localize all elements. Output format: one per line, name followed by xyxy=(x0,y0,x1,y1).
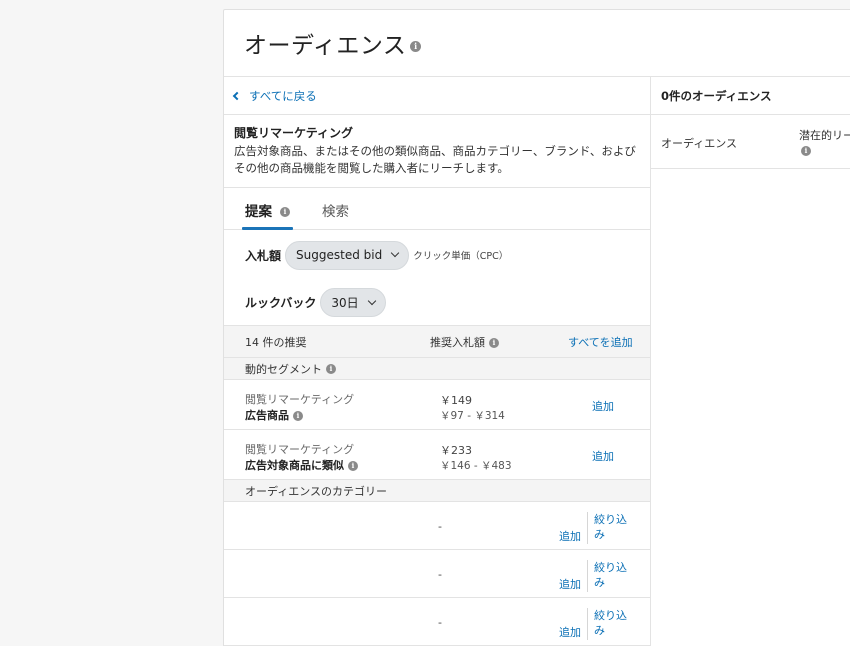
row-title-text: 広告対象商品に類似 xyxy=(245,459,344,472)
bid-range: ￥97 - ￥314 xyxy=(440,410,505,422)
row-title: 広告商品 i xyxy=(245,407,303,423)
column-potential-reach: 潜在的リー xyxy=(799,129,850,142)
divider xyxy=(587,512,588,544)
tab-bar: 提案 i 検索 xyxy=(224,188,650,230)
add-button[interactable]: 追加 xyxy=(559,624,581,640)
recommendation-header: 14 件の推奨 推奨入札額 i すべてを追加 xyxy=(224,325,650,358)
info-icon[interactable]: i xyxy=(293,411,303,421)
refine-button[interactable]: 絞り込み xyxy=(594,608,634,638)
description-text: 広告対象商品、またはその他の類似商品、商品カテゴリー、ブランド、およびその他の商… xyxy=(234,144,636,175)
column-audience: オーディエンス xyxy=(661,137,738,150)
dynamic-segment-label: 動的セグメント xyxy=(245,362,322,376)
row-type: 閲覧リマーケティング xyxy=(245,443,355,456)
chevron-left-icon xyxy=(232,91,242,100)
divider xyxy=(587,560,588,592)
add-button[interactable]: 追加 xyxy=(592,398,614,414)
info-icon[interactable]: i xyxy=(489,337,499,348)
lookback-select-value: 30日 xyxy=(331,296,359,310)
info-icon[interactable]: i xyxy=(348,461,358,471)
lookback-label: ルックバック xyxy=(245,296,317,310)
chevron-down-icon xyxy=(390,248,400,258)
recommendation-count: 14 件の推奨 xyxy=(245,335,307,349)
bid-note: クリック単価（CPC） xyxy=(413,251,509,262)
suggested-bid-header-label: 推奨入札額 xyxy=(430,335,485,349)
back-link-label: すべてに戻る xyxy=(249,88,317,103)
chevron-down-icon xyxy=(367,296,376,305)
category-row: - 追加 絞り込み xyxy=(224,550,650,598)
category-row: - 追加 絞り込み xyxy=(224,502,650,550)
dynamic-segment-header: 動的セグメント i xyxy=(224,358,650,380)
lookback-select[interactable]: 30日 xyxy=(320,288,386,317)
suggested-bid-header: 推奨入札額 i xyxy=(430,334,499,350)
info-icon[interactable]: i xyxy=(326,363,336,374)
suggested-bid: ￥233 xyxy=(440,444,472,457)
suggested-bid: ￥149 xyxy=(440,394,472,407)
divider xyxy=(587,608,588,640)
bid-label: 入札額 xyxy=(245,248,282,263)
category-bid: - xyxy=(438,568,442,581)
back-link[interactable]: すべてに戻る xyxy=(224,77,650,115)
row-title-text: 広告商品 xyxy=(245,409,289,422)
tab-suggested[interactable]: 提案 i xyxy=(242,188,293,230)
category-bid: - xyxy=(438,616,442,629)
row-title: 広告対象商品に類似 i xyxy=(245,457,358,473)
bid-select[interactable]: Suggested bid xyxy=(285,240,410,270)
selected-audiences-columns: オーディエンス 潜在的リー i xyxy=(651,115,850,169)
bid-row: 入札額 Suggested bid クリック単価（CPC） xyxy=(224,230,650,280)
targeting-description: 閲覧リマーケティング 広告対象商品、またはその他の類似商品、商品カテゴリー、ブラ… xyxy=(224,115,650,188)
category-bid: - xyxy=(438,520,442,533)
page-title: オーディエンス i xyxy=(244,26,422,60)
info-icon[interactable]: i xyxy=(410,41,422,52)
add-all-button[interactable]: すべてを追加 xyxy=(568,334,633,350)
refine-button[interactable]: 絞り込み xyxy=(594,512,634,542)
left-pane: すべてに戻る 閲覧リマーケティング 広告対象商品、またはその他の類似商品、商品カ… xyxy=(224,77,651,646)
category-row: - 追加 絞り込み xyxy=(224,598,650,646)
add-button[interactable]: 追加 xyxy=(559,528,581,544)
tab-search[interactable]: 検索 xyxy=(322,188,349,230)
info-icon[interactable]: i xyxy=(280,207,290,217)
right-pane: 0件のオーディエンス オーディエンス 潜在的リー i xyxy=(651,77,850,646)
table-row: 閲覧リマーケティング 広告商品 i ￥149 ￥97 - ￥314 追加 xyxy=(224,380,650,430)
audience-panel: オーディエンス i すべてに戻る 閲覧リマーケティング 広告対象商品、またはその他… xyxy=(223,9,850,646)
bid-range: ￥146 - ￥483 xyxy=(440,460,512,472)
lookback-row: ルックバック 30日 xyxy=(224,280,650,325)
info-icon[interactable]: i xyxy=(801,146,811,156)
tab-suggested-label: 提案 xyxy=(245,204,272,220)
audience-category-label: オーディエンスのカテゴリー xyxy=(245,484,388,498)
add-button[interactable]: 追加 xyxy=(559,576,581,592)
refine-button[interactable]: 絞り込み xyxy=(594,560,634,590)
add-button[interactable]: 追加 xyxy=(592,448,614,464)
audience-category-header: オーディエンスのカテゴリー xyxy=(224,480,650,502)
table-row: 閲覧リマーケティング 広告対象商品に類似 i ￥233 ￥146 - ￥483 追… xyxy=(224,430,650,480)
selected-audiences-header: 0件のオーディエンス xyxy=(651,77,850,115)
row-type: 閲覧リマーケティング xyxy=(245,393,355,406)
bid-select-value: Suggested bid xyxy=(296,248,383,262)
tab-search-label: 検索 xyxy=(322,204,349,220)
title-bar: オーディエンス i xyxy=(224,10,850,77)
description-title: 閲覧リマーケティング xyxy=(234,126,354,140)
